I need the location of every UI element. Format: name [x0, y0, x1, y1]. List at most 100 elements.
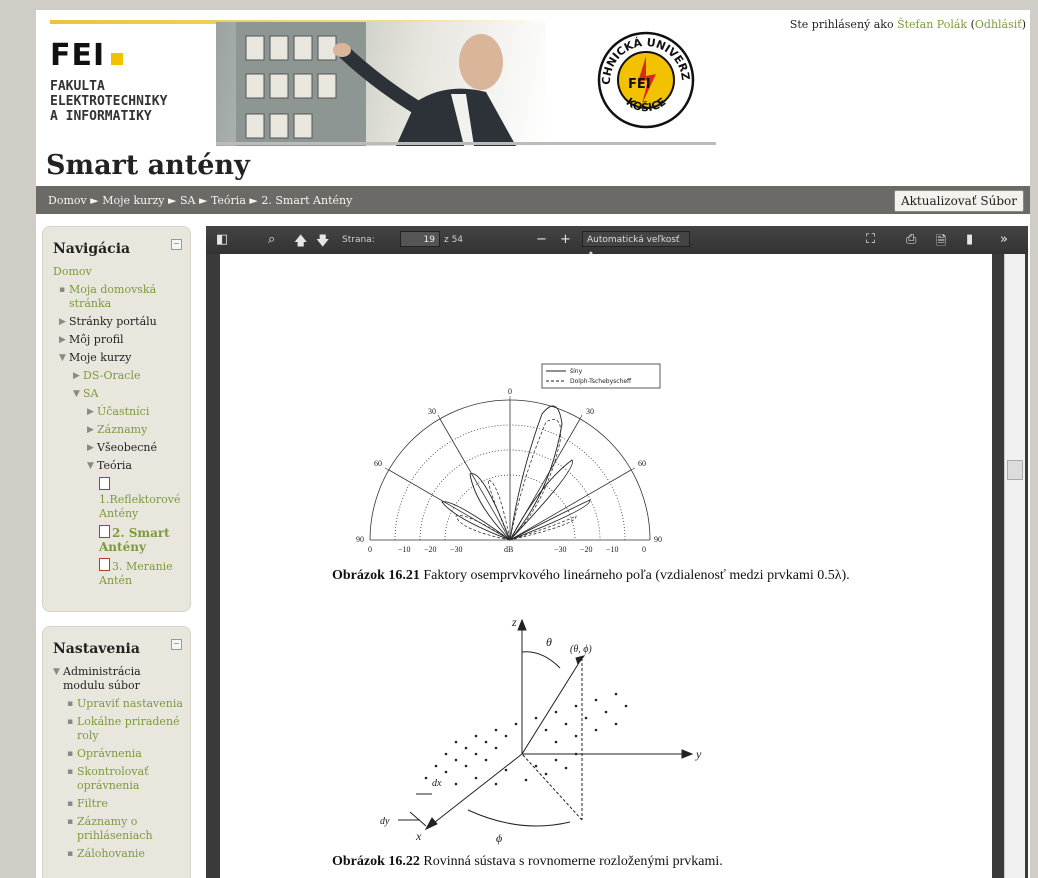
nav-item-sa[interactable]: ▼ SA	[73, 387, 184, 401]
settings-item-label: Zálohovanie	[77, 847, 145, 860]
bullet-icon: ▪	[67, 817, 74, 827]
caption-label: Obrázok 16.21	[332, 568, 420, 583]
site-header: FEI FAKULTA ELEKTROTECHNIKY A INFORMATIK…	[36, 10, 1030, 181]
viewer-scrollbar[interactable]	[1004, 254, 1025, 878]
collapse-arrow-icon: ▼	[87, 461, 94, 471]
breadcrumb-separator: ►	[198, 194, 208, 207]
polar-db-label: −20	[424, 545, 437, 554]
update-file-button[interactable]: Aktualizovať Súbor	[893, 190, 1024, 212]
user-profile-link[interactable]: Štefan Polák	[897, 18, 967, 31]
fei-logo[interactable]: FEI FAKULTA ELEKTROTECHNIKY A INFORMATIK…	[50, 38, 167, 124]
breadcrumb: Domov ► Moje kurzy ► SA ► Teória ► 2. Sm…	[48, 194, 352, 207]
bookmark-icon[interactable]: ▮	[966, 232, 973, 247]
breadcrumb-my-courses[interactable]: Moje kurzy	[102, 194, 164, 207]
breadcrumb-separator: ►	[90, 194, 99, 207]
nav-item-label: Záznamy	[97, 423, 148, 436]
settings-item-label: Filtre	[77, 797, 108, 810]
x-axis-label: x	[415, 829, 422, 843]
nav-item-records[interactable]: ▶ Záznamy	[87, 423, 184, 437]
polar-db-label: −30	[450, 545, 463, 554]
nav-item-smart-antennas[interactable]: 2. Smart Antény	[99, 525, 184, 554]
settings-section-file-admin[interactable]: ▼ Administrácia modulu súbor	[53, 665, 184, 693]
settings-item-login-logs[interactable]: ▪ Záznamy o prihláseniach	[67, 815, 184, 843]
polar-legend: šíny Dolph-Tschebyscheff	[541, 363, 661, 389]
logout-link[interactable]: Odhlásiť	[975, 18, 1022, 31]
settings-block: Nastavenia − ▼ Administrácia modulu súbor…	[42, 626, 191, 878]
expand-arrow-icon: ▶	[87, 407, 94, 417]
header-photo	[216, 22, 546, 146]
nav-item-theory[interactable]: ▼ Teória	[87, 459, 184, 473]
collapse-block-icon[interactable]: −	[171, 239, 182, 250]
polar-pattern-dashed	[455, 419, 577, 541]
login-prefix: Ste prihlásený ako	[789, 18, 894, 31]
collapse-arrow-icon: ▼	[53, 667, 60, 677]
header-divider	[216, 142, 716, 145]
nav-item-my-profile[interactable]: ▶ Môj profil	[59, 333, 184, 347]
previous-page-icon[interactable]: 🡅	[294, 232, 307, 254]
nav-item-home[interactable]: Domov	[53, 265, 184, 279]
viewer-toolbar: ◧ ⌕ 🡅 🡇 Strana: 19 z 54 − + Automatická …	[206, 226, 1028, 261]
settings-item-local-roles[interactable]: ▪ Lokálne priradené roly	[67, 715, 184, 743]
zoom-out-icon[interactable]: −	[536, 232, 547, 247]
bullet-icon: ▪	[59, 285, 66, 295]
settings-item-label: Skontrolovať oprávnenia	[77, 765, 149, 792]
settings-tree: ▼ Administrácia modulu súbor ▪ Upraviť nas…	[43, 657, 190, 861]
zoom-in-icon[interactable]: +	[560, 232, 571, 247]
caption-text: Faktory osemprvkového lineárneho poľa (v…	[419, 568, 850, 583]
settings-item-check-permissions[interactable]: ▪ Skontrolovať oprávnenia	[67, 765, 184, 793]
nav-item-antenna-measurement[interactable]: 3. Meranie Antén	[99, 558, 184, 588]
legend-label: Dolph-Tschebyscheff	[570, 378, 632, 385]
polar-angle-label: 90	[654, 535, 662, 544]
fei-logo-line: A INFORMATIKY	[50, 109, 152, 124]
nav-item-label: SA	[83, 387, 99, 400]
expand-arrow-icon: ▶	[59, 317, 66, 327]
scrollbar-thumb[interactable]	[1007, 460, 1023, 480]
navigation-tree: Domov ▪ Moja domovská stránka ▶ Stránky po…	[43, 257, 190, 588]
dy-label: dy	[380, 816, 390, 827]
navigation-block: Navigácia − Domov ▪ Moja domovská stránka…	[42, 226, 191, 612]
array-diagram-labels: z θ (θ, ϕ) y x ϕ dx dy	[380, 615, 702, 845]
next-page-icon[interactable]: 🡇	[316, 232, 329, 254]
polar-db-label: dB	[504, 545, 513, 554]
more-tools-icon[interactable]: »	[1000, 232, 1008, 247]
breadcrumb-theory[interactable]: Teória	[211, 194, 246, 207]
polar-angle-label: 30	[586, 407, 594, 416]
collapse-block-icon[interactable]: −	[171, 639, 182, 650]
nav-item-general[interactable]: ▶ Všeobecné	[87, 441, 184, 455]
settings-item-label: Záznamy o prihláseniach	[77, 815, 153, 842]
pdf-viewer: ◧ ⌕ 🡅 🡇 Strana: 19 z 54 − + Automatická …	[206, 226, 1028, 878]
sidebar-toggle-icon[interactable]: ◧	[216, 232, 228, 247]
breadcrumb-sa[interactable]: SA	[180, 194, 195, 207]
nav-item-label: Teória	[97, 459, 132, 472]
breadcrumb-bar: Domov ► Moje kurzy ► SA ► Teória ► 2. Sm…	[36, 186, 1030, 214]
figure-caption-16-21: Obrázok 16.21 Faktory osemprvkového line…	[332, 568, 850, 584]
fullscreen-icon[interactable]: ⛶	[866, 232, 875, 247]
nav-item-participants[interactable]: ▶ Účastníci	[87, 405, 184, 419]
bullet-icon: ▪	[67, 849, 74, 859]
collapse-arrow-icon: ▼	[59, 353, 66, 363]
settings-item-backup[interactable]: ▪ Zálohovanie	[67, 847, 184, 861]
settings-item-filters[interactable]: ▪ Filtre	[67, 797, 184, 811]
nav-item-site-pages[interactable]: ▶ Stránky portálu	[59, 315, 184, 329]
settings-item-edit[interactable]: ▪ Upraviť nastavenia	[67, 697, 184, 711]
polar-db-label: −30	[554, 545, 567, 554]
polar-grid	[369, 399, 651, 541]
caption-text: Rovinná sústava s rovnomerne rozloženými…	[419, 854, 723, 869]
breadcrumb-current: 2. Smart Antény	[261, 194, 353, 207]
nav-item-reflector-antennas[interactable]: 1.Reflektorové Antény	[99, 477, 184, 521]
nav-item-my-home[interactable]: ▪ Moja domovská stránka	[59, 283, 184, 311]
print-icon[interactable]: ⎙	[906, 232, 916, 247]
nav-item-label: Moja domovská stránka	[69, 283, 157, 310]
bullet-icon: ▪	[67, 767, 74, 777]
nav-item-my-courses[interactable]: ▼ Moje kurzy	[59, 351, 184, 365]
download-icon[interactable]: 🗎	[936, 232, 946, 254]
page-number-input[interactable]: 19	[400, 231, 440, 247]
nav-item-ds-oracle[interactable]: ▶ DS-Oracle	[73, 369, 184, 383]
polar-angle-label: 60	[638, 459, 646, 468]
zoom-select[interactable]: Automatická veľkosť ⬍	[582, 231, 690, 261]
polar-labels: 0 30 30 60 60 90 90 0 −10 −20 −30 dB −30…	[356, 387, 662, 554]
bullet-icon: ▪	[67, 699, 74, 709]
settings-item-permissions[interactable]: ▪ Oprávnenia	[67, 747, 184, 761]
search-icon[interactable]: ⌕	[268, 232, 275, 247]
breadcrumb-home[interactable]: Domov	[48, 194, 87, 207]
